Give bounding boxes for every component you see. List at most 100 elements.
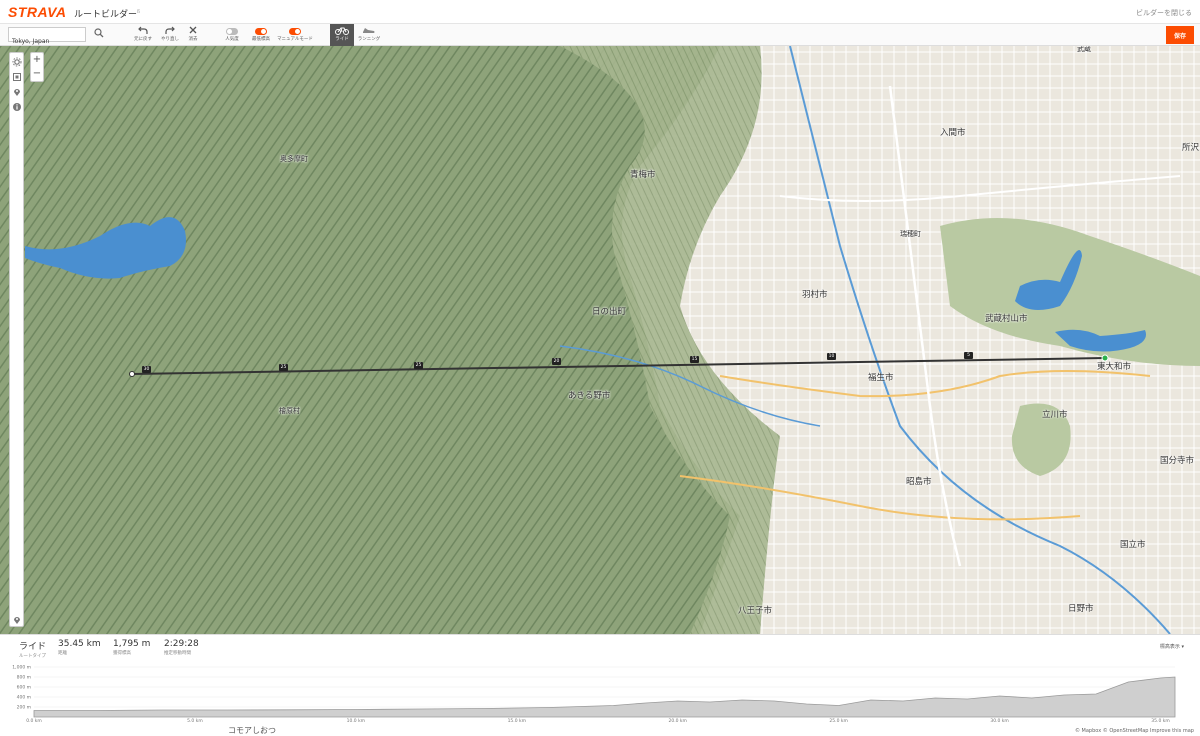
place-label: 瑞穂町 — [900, 230, 921, 238]
distance-label: 距離 — [58, 651, 67, 656]
zoom-out-button[interactable]: − — [31, 67, 43, 81]
route-type-value: ライド — [19, 642, 47, 652]
elevation-x-tick: 15.0 km — [508, 718, 526, 723]
close-builder-link[interactable]: ビルダーを閉じる — [1136, 8, 1192, 18]
gear-icon[interactable] — [12, 57, 22, 67]
place-label: 福生市 — [868, 373, 894, 383]
manual-mode-toggle[interactable]: マニュアルモード — [277, 24, 313, 46]
elevation-profile-chart[interactable]: 1,000 m 800 m 600 m 400 m 200 m 0.0 km 5.0 km 1… — [0, 663, 1200, 723]
page-title: ルートビルダーß — [74, 9, 141, 20]
undo-icon — [138, 26, 148, 34]
map-attribution[interactable]: © Mapbox © OpenStreetMap Improve this ma… — [1075, 728, 1194, 734]
left-sidebar — [9, 52, 24, 627]
min-elevation-label: 最低標高 — [252, 37, 270, 42]
redo-button[interactable]: やり直し — [161, 24, 179, 46]
chevron-down-icon: ▾ — [1181, 644, 1184, 650]
place-label: 武蔵 — [1077, 46, 1091, 53]
route-stats-panel: ライド ルートタイプ 35.45 km 距離 1,795 m 獲得標高 2:29… — [0, 634, 1200, 735]
elevation-x-tick: 20.0 km — [668, 718, 686, 723]
place-label: 国分寺市 — [1160, 456, 1195, 466]
shoe-icon — [363, 28, 375, 33]
place-label: 所沢 — [1182, 143, 1200, 153]
elevation-value: 1,795 m — [113, 639, 151, 649]
zoom-control: + − — [30, 52, 44, 82]
route-distance-marker: 20 — [552, 358, 561, 365]
clear-button[interactable]: 消去 — [185, 24, 201, 46]
route-distance-marker: 25 — [279, 364, 288, 371]
elevation-x-tick: 30.0 km — [990, 718, 1008, 723]
map-canvas[interactable]: 入間市 所沢 奥多摩町 青梅市 瑞穂町 羽村市 日の出町 武蔵村山市 東大和市 … — [0, 46, 1200, 634]
map-layers-icon[interactable] — [12, 72, 22, 82]
elevation-x-tick: 25.0 km — [829, 718, 847, 723]
route-distance-marker: 10 — [827, 353, 836, 360]
place-label: 日の出町 — [592, 307, 627, 317]
time-value: 2:29:28 — [164, 639, 199, 649]
stat-elevation: 1,795 m 獲得標高 — [113, 639, 150, 656]
place-label: 東大和市 — [1097, 362, 1132, 372]
time-label: 推定移動時間 — [164, 651, 191, 656]
route-distance-marker: 15 — [690, 356, 699, 363]
manual-mode-label: マニュアルモード — [277, 37, 313, 42]
map-terrain — [0, 46, 1200, 634]
sport-run-button[interactable]: ランニング — [357, 24, 381, 46]
elevation-y-tick: 1,000 m — [12, 665, 31, 671]
elevation-x-tick: 10.0 km — [347, 718, 365, 723]
elevation-mode-dropdown[interactable]: 標高表示 ▾ — [1160, 643, 1184, 650]
place-label: 八王子市 — [738, 606, 773, 616]
place-label: 檜原村 — [279, 407, 300, 415]
sport-ride-button[interactable]: ライド — [330, 24, 354, 46]
popularity-toggle[interactable]: 人気度 — [222, 24, 242, 46]
top-bar: STRAVA ルートビルダーß ビルダーを閉じる — [0, 0, 1200, 24]
search-icon[interactable] — [94, 28, 104, 38]
strava-logo[interactable]: STRAVA — [8, 4, 66, 20]
elevation-y-tick: 600 m — [17, 685, 31, 691]
beta-badge: ß — [137, 9, 141, 15]
place-label: あきる野市 — [568, 391, 611, 401]
stat-time: 2:29:28 推定移動時間 — [164, 639, 199, 656]
location-pin-icon[interactable] — [12, 615, 22, 625]
elevation-y-tick: 200 m — [17, 705, 31, 711]
clear-label: 消去 — [188, 37, 198, 42]
ride-label: ライド — [335, 37, 349, 42]
undo-button[interactable]: 元に戻す — [134, 24, 152, 46]
place-label: 昭島市 — [906, 477, 932, 487]
route-distance-marker: 25 — [414, 362, 423, 369]
toolbar: 元に戻す やり直し 消去 人気度 最低標高 マニュアルモード ライド ランニング… — [0, 24, 1200, 48]
place-label: 奥多摩町 — [280, 155, 308, 163]
place-label: 日野市 — [1068, 604, 1094, 614]
route-distance-marker: 30 — [142, 366, 151, 373]
place-label: 入間市 — [940, 128, 966, 138]
close-icon — [189, 26, 197, 34]
manual-mode-switch[interactable] — [289, 28, 301, 35]
elevation-x-tick: 0.0 km — [26, 718, 42, 723]
route-type-label: ルートタイプ — [19, 654, 46, 659]
place-label: 武蔵村山市 — [985, 314, 1028, 324]
location-pin-icon[interactable] — [12, 87, 22, 97]
place-label: 国立市 — [1120, 540, 1146, 550]
stat-route-type: ライド ルートタイプ — [19, 639, 46, 659]
search-box — [8, 27, 86, 48]
elevation-mode-label: 標高表示 — [1159, 644, 1180, 650]
info-icon[interactable] — [12, 102, 22, 112]
run-label: ランニング — [357, 37, 381, 42]
min-elevation-switch[interactable] — [255, 28, 267, 35]
popularity-label: 人気度 — [225, 37, 239, 42]
elevation-y-tick: 800 m — [17, 675, 31, 681]
elevation-y-tick: 400 m — [17, 695, 31, 701]
bicycle-icon — [335, 27, 349, 35]
route-distance-marker: 5 — [964, 352, 973, 359]
min-elevation-toggle[interactable]: 最低標高 — [248, 24, 274, 46]
undo-label: 元に戻す — [134, 37, 152, 42]
place-label: 青梅市 — [630, 170, 656, 180]
elevation-x-tick: 35.0 km — [1151, 718, 1169, 723]
zoom-in-button[interactable]: + — [31, 53, 43, 67]
distance-value: 35.45 km — [58, 639, 101, 649]
popularity-switch[interactable] — [226, 28, 238, 35]
elevation-x-tick: 5.0 km — [187, 718, 203, 723]
place-label: 立川市 — [1042, 410, 1068, 420]
elevation-label: 獲得標高 — [113, 651, 131, 656]
redo-icon — [165, 26, 175, 34]
stat-distance: 35.45 km 距離 — [58, 639, 101, 656]
save-button[interactable]: 保存 — [1166, 26, 1194, 44]
place-label: 羽村市 — [802, 290, 828, 300]
